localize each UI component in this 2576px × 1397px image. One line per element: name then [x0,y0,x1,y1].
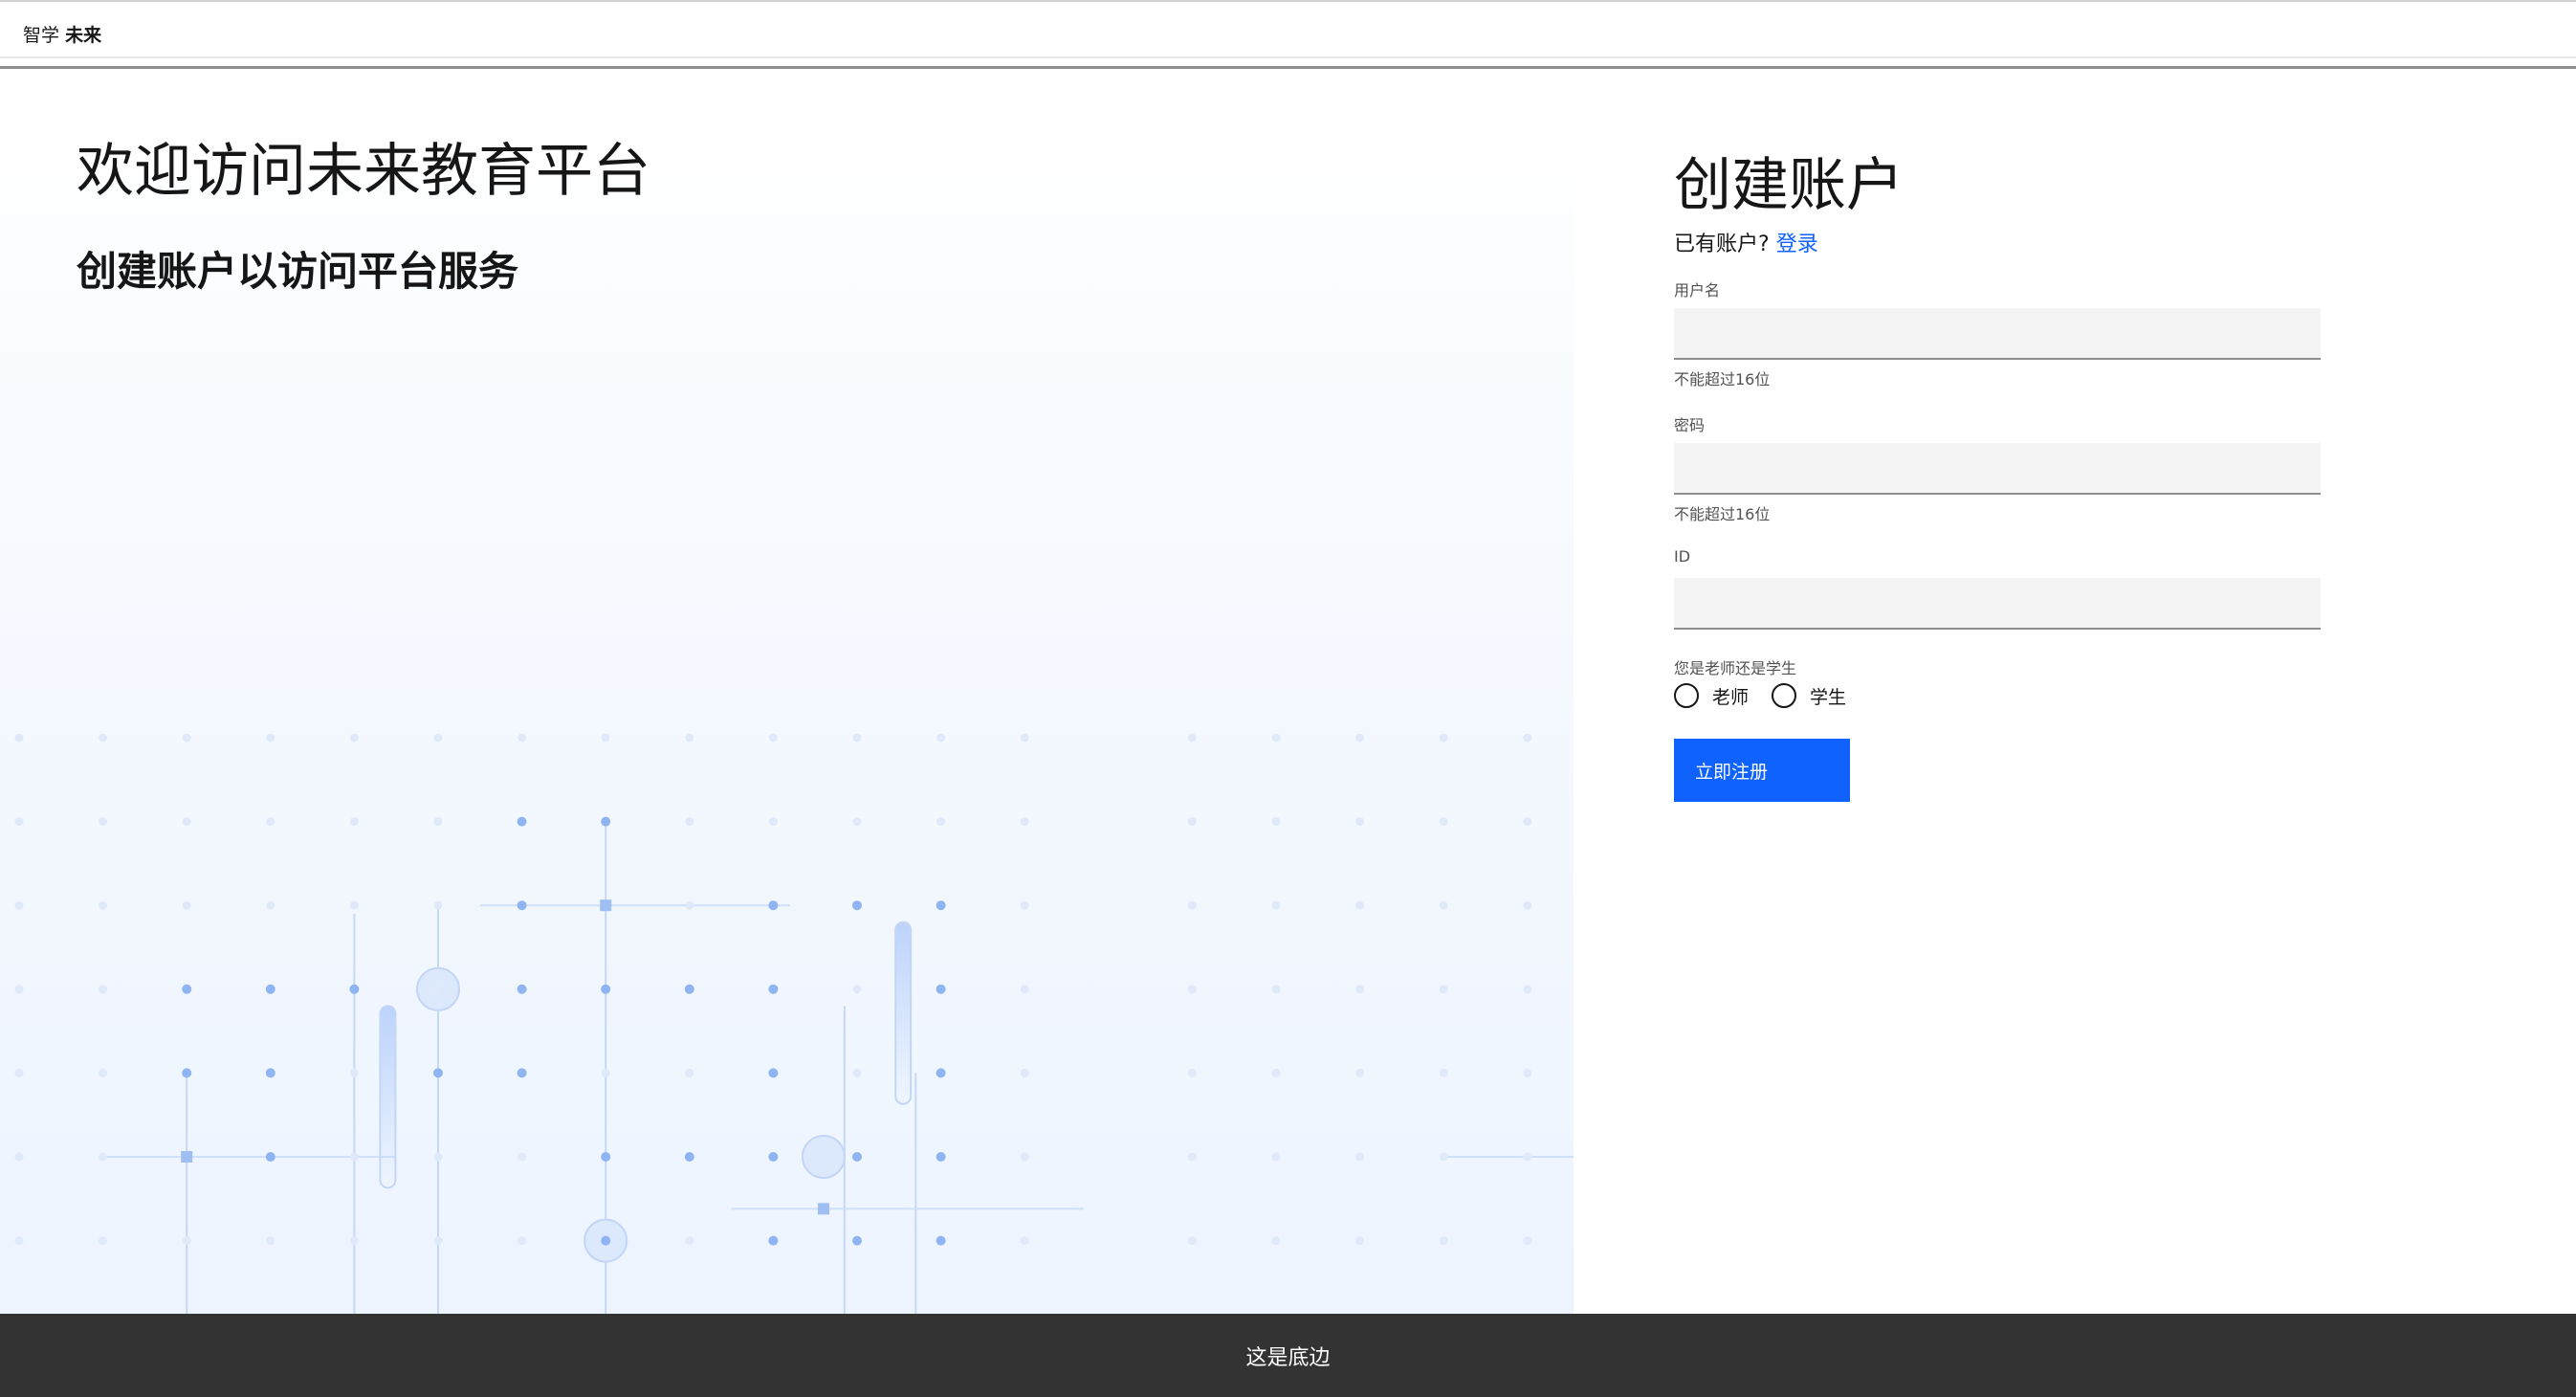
role-option-teacher[interactable]: 老师 [1674,683,1749,709]
id-input[interactable] [1674,578,2321,630]
id-label: ID [1674,547,1691,565]
role-option-student[interactable]: 学生 [1772,683,1846,709]
login-prompt: 已有账户? [1674,233,1770,256]
brand-name: 未来 [65,25,102,46]
username-input[interactable] [1674,308,2321,360]
brand-logo[interactable]: 智学 未来 [23,21,101,47]
register-button[interactable]: 立即注册 [1674,739,1850,802]
role-option-label: 学生 [1810,686,1847,708]
hero-panel: 欢迎访问未来教育平台 创建账户以访问平台服务 [0,72,1574,1314]
role-label: 您是老师还是学生 [1674,659,1797,677]
top-header: 智学 未来 [0,0,2576,69]
password-input[interactable] [1674,443,2321,495]
role-option-label: 老师 [1712,686,1750,708]
footer-bar: 这是底边 [0,1314,2576,1397]
signup-form: 创建账户 已有账户? 登录 用户名 不能超过16位 密码 不能超过16位 ID … [1674,72,2344,1029]
password-label: 密码 [1674,416,1706,434]
hero-title: 欢迎访问未来教育平台 [77,138,650,205]
radio-circle-icon[interactable] [1674,683,1699,708]
password-helper: 不能超过16位 [1674,505,1771,523]
username-helper: 不能超过16位 [1674,370,1771,388]
username-label: 用户名 [1674,281,1721,299]
brand-prefix: 智学 [23,25,60,46]
role-radio-group: 老师 学生 [1674,681,1869,710]
hero-subtitle: 创建账户以访问平台服务 [77,248,519,295]
footer-text: 这是底边 [1245,1345,1331,1370]
login-link[interactable]: 登录 [1776,233,1818,256]
login-prompt-line: 已有账户? 登录 [1674,227,1818,257]
form-title: 创建账户 [1674,152,1904,219]
radio-circle-icon[interactable] [1772,683,1797,708]
